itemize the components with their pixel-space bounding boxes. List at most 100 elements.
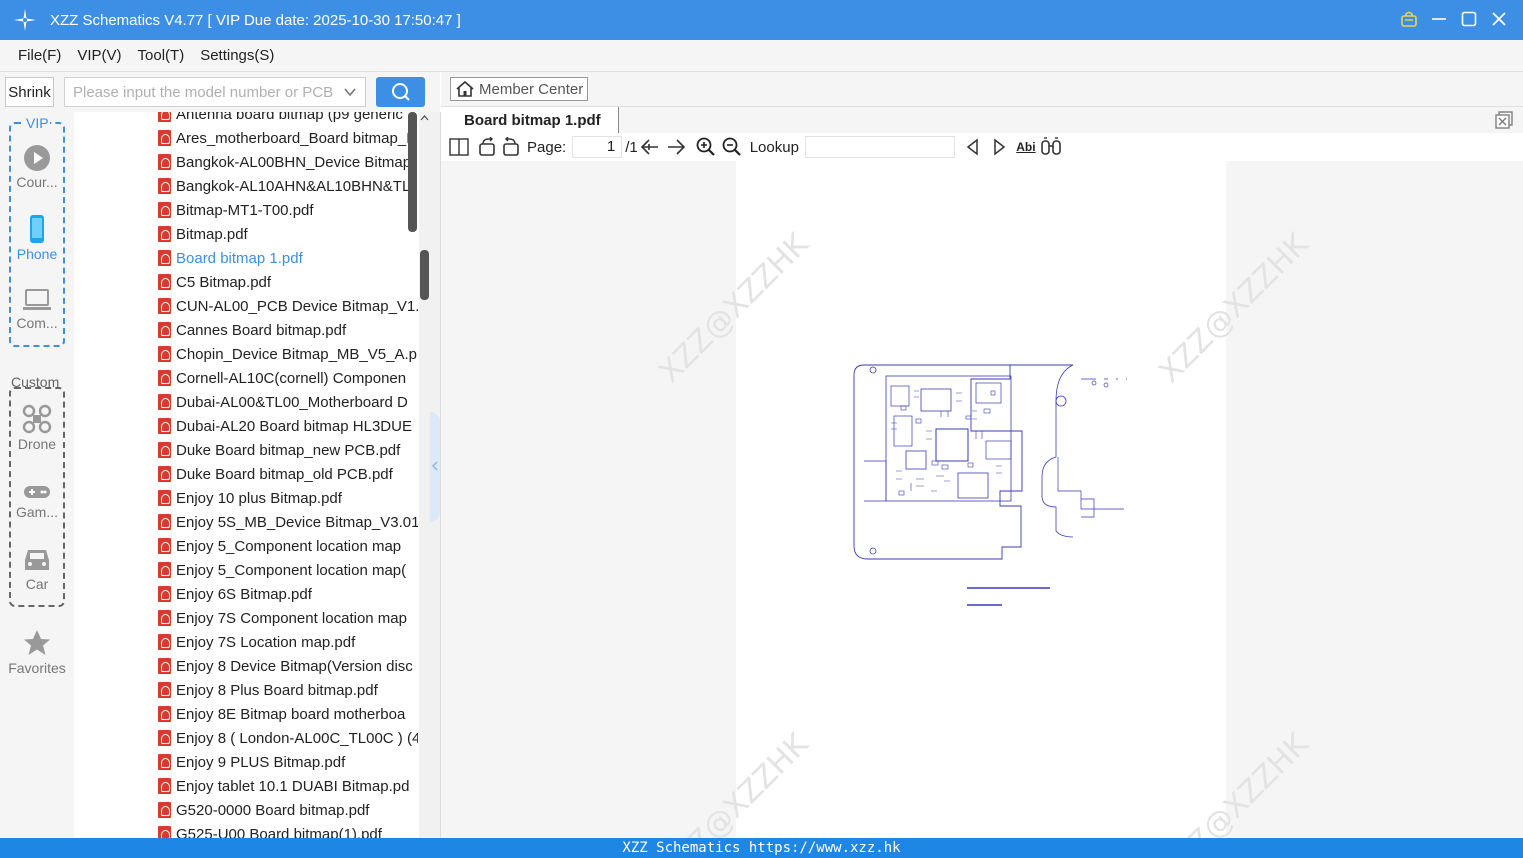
pdf-file-icon	[158, 130, 171, 146]
file-list-item[interactable]: Duke Board bitmap_new PCB.pdf	[158, 438, 418, 462]
file-list-item[interactable]: Enjoy 6S Bitmap.pdf	[158, 582, 418, 606]
pdf-file-icon	[158, 250, 171, 266]
pdf-file-icon	[158, 658, 171, 674]
file-list-item[interactable]: Enjoy 10 plus Bitmap.pdf	[158, 486, 418, 510]
tree-scrollbar[interactable]	[419, 112, 430, 838]
file-list-item[interactable]: Enjoy 7S Location map.pdf	[158, 630, 418, 654]
file-list-item[interactable]: C5 Bitmap.pdf	[158, 270, 418, 294]
pdf-viewer[interactable]: XZZ@XZZHK XZZ@XZZHK XZZ@XZZHK XZZ@XZZHK	[441, 161, 1523, 838]
minimize-button[interactable]	[1429, 8, 1449, 30]
file-list-item[interactable]: Chopin_Device Bitmap_MB_V5_A.p	[158, 342, 418, 366]
zoom-in-icon[interactable]	[694, 135, 718, 159]
menu-file[interactable]: File(F)	[18, 47, 61, 64]
panel-splitter[interactable]	[430, 112, 441, 838]
file-list: Antenna board bitmap (p9 generic Ares_mot…	[74, 112, 419, 838]
file-list-item[interactable]: Ares_motherboard_Board bitmap_I	[158, 126, 418, 150]
scroll-up-icon[interactable]	[420, 114, 429, 122]
nav-car[interactable]: Car	[0, 546, 74, 592]
file-name: Ares_motherboard_Board bitmap_I	[176, 129, 411, 147]
nav-game[interactable]: Gam...	[0, 482, 74, 520]
search-input[interactable]: Please input the model number or PCB	[64, 77, 366, 107]
file-name: Enjoy 10 plus Bitmap.pdf	[176, 489, 342, 507]
maximize-button[interactable]	[1459, 8, 1479, 30]
close-all-tabs-icon[interactable]	[1495, 111, 1513, 129]
file-list-item[interactable]: Enjoy 5_Component location map(	[158, 558, 418, 582]
file-list-item[interactable]: Enjoy 8 Plus Board bitmap.pdf	[158, 678, 418, 702]
menu-vip[interactable]: VIP(V)	[77, 47, 121, 64]
file-list-item[interactable]: Board bitmap 1.pdf	[158, 246, 418, 270]
file-name: Enjoy 6S Bitmap.pdf	[176, 585, 312, 603]
file-name: Cannes Board bitmap.pdf	[176, 321, 347, 339]
file-name: Enjoy 7S Location map.pdf	[176, 633, 356, 651]
file-list-item[interactable]: Cornell-AL10C(cornell) Componen	[158, 366, 418, 390]
menu-settings[interactable]: Settings(S)	[200, 47, 274, 64]
file-list-item[interactable]: Bitmap.pdf	[158, 222, 418, 246]
file-list-item[interactable]: Bangkok-AL10AHN&AL10BHN&TL	[158, 174, 418, 198]
previous-page-icon[interactable]	[638, 135, 662, 159]
nav-drone[interactable]: Drone	[0, 404, 74, 452]
file-list-item[interactable]: Cannes Board bitmap.pdf	[158, 318, 418, 342]
file-name: Dubai-AL00&TL00_Motherboard D	[176, 393, 408, 411]
menu-tool[interactable]: Tool(T)	[138, 47, 185, 64]
next-page-icon[interactable]	[664, 135, 688, 159]
pdf-file-icon	[158, 442, 171, 458]
pdf-file-icon	[158, 730, 171, 746]
page-number-input[interactable]: 1	[572, 136, 623, 158]
file-list-item[interactable]: G525-U00 Board bitmap(1).pdf	[158, 822, 418, 838]
lookup-input[interactable]	[804, 136, 955, 158]
file-list-item[interactable]: Enjoy 7S Component location map	[158, 606, 418, 630]
tab-board-bitmap[interactable]: Board bitmap 1.pdf	[441, 107, 619, 134]
find-binoculars-icon[interactable]	[1039, 135, 1063, 159]
sidebar-toggle-icon[interactable]	[447, 135, 471, 159]
app-logo-icon	[14, 9, 36, 31]
close-button[interactable]	[1489, 8, 1509, 30]
page-label: Page:	[527, 138, 567, 156]
search-button[interactable]	[376, 77, 425, 107]
lock-icon[interactable]	[1399, 8, 1419, 30]
rotate-right-icon[interactable]	[499, 135, 523, 159]
member-center-button[interactable]: Member Center	[450, 77, 588, 101]
rotate-left-icon[interactable]	[475, 135, 499, 159]
collapse-handle[interactable]	[430, 412, 440, 522]
file-list-item[interactable]: Dubai-AL00&TL00_Motherboard D	[158, 390, 418, 414]
find-next-icon[interactable]	[987, 135, 1011, 159]
nav-course[interactable]: Cour...	[0, 144, 74, 190]
file-list-item[interactable]: Enjoy 8E Bitmap board motherboa	[158, 702, 418, 726]
file-list-scrollbar-thumb[interactable]	[408, 112, 417, 232]
nav-favorites[interactable]: Favorites	[0, 628, 74, 676]
nav-computer[interactable]: Com...	[0, 287, 74, 331]
file-list-item[interactable]: Bitmap-MT1-T00.pdf	[158, 198, 418, 222]
match-case-icon[interactable]: Abi	[1013, 135, 1039, 159]
file-list-item[interactable]: CUN-AL00_PCB Device Bitmap_V1.(	[158, 294, 418, 318]
pdf-file-icon	[158, 706, 171, 722]
find-previous-icon[interactable]	[961, 135, 985, 159]
search-placeholder: Please input the model number or PCB	[73, 83, 334, 101]
file-list-item[interactable]: Antenna board bitmap (p9 generic	[158, 112, 418, 126]
menu-bar: File(F) VIP(V) Tool(T) Settings(S)	[0, 40, 1523, 72]
file-list-item[interactable]: Enjoy 8 Device Bitmap(Version disc	[158, 654, 418, 678]
file-list-item[interactable]: Enjoy 8 ( London-AL00C_TL00C ) (4	[158, 726, 418, 750]
phone-icon	[30, 215, 44, 243]
file-list-item[interactable]: Dubai-AL20 Board bitmap HL3DUE	[158, 414, 418, 438]
file-name: Enjoy 5S_MB_Device Bitmap_V3.01	[176, 513, 418, 531]
page-total: /1	[625, 138, 638, 156]
file-list-item[interactable]: Enjoy 5_Component location map	[158, 534, 418, 558]
chevron-down-icon[interactable]	[343, 85, 357, 99]
pdf-toolbar: Page: 1 /1 Lookup Abi	[441, 133, 1523, 161]
nav-phone[interactable]: Phone	[0, 214, 74, 262]
file-list-item[interactable]: Duke Board bitmap_old PCB.pdf	[158, 462, 418, 486]
file-list-item[interactable]: Enjoy 5S_MB_Device Bitmap_V3.01	[158, 510, 418, 534]
window-title: XZZ Schematics V4.77 [ VIP Due date: 202…	[50, 11, 461, 29]
pdf-file-icon	[158, 370, 171, 386]
vip-group-label: VIP	[25, 115, 50, 131]
nav-game-label: Gam...	[15, 504, 58, 520]
file-list-item[interactable]: Bangkok-AL00BHN_Device Bitmap	[158, 150, 418, 174]
file-list-item[interactable]: G520-0000 Board bitmap.pdf	[158, 798, 418, 822]
tree-scrollbar-thumb[interactable]	[420, 250, 429, 300]
title-bar: XZZ Schematics V4.77 [ VIP Due date: 202…	[0, 0, 1523, 40]
file-list-item[interactable]: Enjoy tablet 10.1 DUABI Bitmap.pd	[158, 774, 418, 798]
shrink-button[interactable]: Shrink	[5, 77, 54, 107]
pdf-file-icon	[158, 274, 171, 290]
file-list-item[interactable]: Enjoy 9 PLUS Bitmap.pdf	[158, 750, 418, 774]
zoom-out-icon[interactable]	[720, 135, 744, 159]
